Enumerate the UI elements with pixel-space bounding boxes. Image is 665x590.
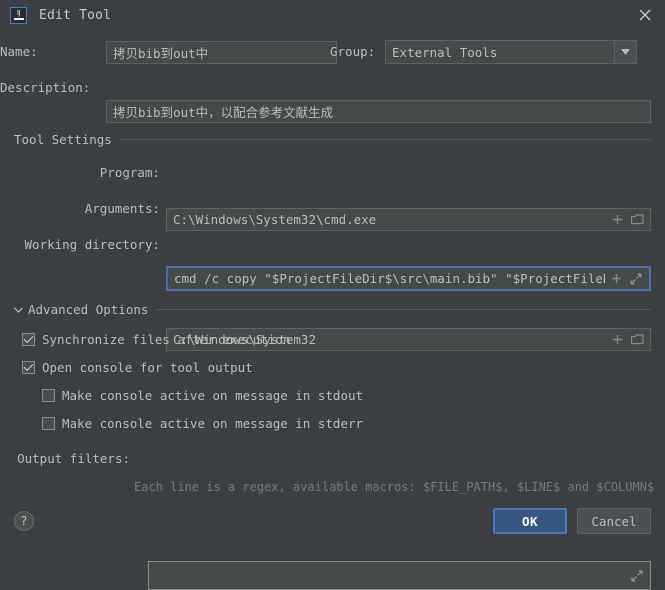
working-directory-row: Working directory:: [18, 237, 160, 252]
name-row: Name:: [0, 44, 38, 59]
plus-icon[interactable]: [610, 213, 624, 227]
help-button[interactable]: ?: [14, 511, 34, 531]
program-row: Program:: [18, 165, 160, 180]
section-divider: [119, 139, 651, 140]
plus-icon[interactable]: [610, 333, 624, 347]
folder-icon[interactable]: [630, 333, 644, 347]
description-label: Description:: [0, 80, 91, 95]
title-bar: IJ Edit Tool: [0, 0, 665, 30]
tool-settings-section-header: Tool Settings: [14, 132, 651, 147]
group-combobox-value: External Tools: [392, 44, 498, 60]
footer-buttons: OK Cancel: [493, 508, 651, 534]
checkbox-open-console[interactable]: Open console for tool output: [22, 360, 253, 375]
checkbox-box[interactable]: [22, 361, 35, 374]
plus-icon[interactable]: [609, 272, 623, 286]
arguments-input-value: cmd /c copy "$ProjectFileDir$\src\main.b…: [174, 271, 605, 286]
name-input[interactable]: 拷贝bib到out中: [106, 41, 337, 64]
ok-button[interactable]: OK: [493, 508, 567, 534]
expand-arrows-icon[interactable]: [629, 272, 643, 286]
group-label: Group:: [330, 44, 376, 59]
program-input-value: C:\Windows\System32\cmd.exe: [173, 212, 377, 227]
close-icon[interactable]: [637, 7, 653, 23]
arguments-row: Arguments:: [18, 201, 160, 216]
description-input-value: 拷贝bib到out中，以配合参考文献生成: [113, 105, 334, 120]
name-label: Name:: [0, 44, 38, 59]
checkbox-label: Make console active on message in stderr: [62, 416, 364, 431]
arguments-label: Arguments:: [84, 201, 160, 216]
output-filters-label: Output filters:: [17, 451, 130, 466]
cancel-button[interactable]: Cancel: [577, 508, 651, 534]
group-combobox[interactable]: External Tools: [385, 40, 637, 64]
window-title: Edit Tool: [39, 7, 112, 23]
checkbox-box[interactable]: [42, 389, 55, 402]
output-filters-input[interactable]: [148, 561, 651, 590]
output-filters-hint: Each line is a regex, available macros: …: [134, 480, 655, 494]
program-label: Program:: [99, 165, 160, 180]
output-filters-row: Output filters:: [0, 451, 130, 466]
group-row: Group:: [330, 44, 375, 59]
chevron-down-icon[interactable]: [14, 307, 23, 313]
tool-settings-title: Tool Settings: [14, 132, 112, 147]
dialog-footer: ? OK Cancel: [0, 497, 665, 545]
program-input[interactable]: C:\Windows\System32\cmd.exe: [166, 208, 651, 231]
working-directory-label: Working directory:: [24, 237, 160, 252]
checkbox-console-active-stderr[interactable]: Make console active on message in stderr: [42, 416, 363, 431]
advanced-options-title: Advanced Options: [28, 302, 149, 317]
folder-icon[interactable]: [630, 213, 644, 227]
section-divider: [156, 309, 651, 310]
chevron-down-icon[interactable]: [614, 41, 636, 63]
dialog-body: Name: 拷贝bib到out中 Group: External Tools D…: [0, 30, 665, 590]
checkbox-label: Make console active on message in stdout: [62, 388, 364, 403]
arguments-input[interactable]: cmd /c copy "$ProjectFileDir$\src\main.b…: [166, 266, 651, 291]
checkbox-label: Synchronize files after execution: [42, 332, 291, 347]
checkbox-label: Open console for tool output: [42, 360, 253, 375]
checkbox-synchronize-files[interactable]: Synchronize files after execution: [22, 332, 290, 347]
description-row: Description:: [0, 80, 90, 95]
intellij-idea-icon: IJ: [10, 6, 27, 24]
checkbox-box[interactable]: [22, 333, 35, 346]
description-input[interactable]: 拷贝bib到out中，以配合参考文献生成: [106, 100, 651, 123]
checkbox-console-active-stdout[interactable]: Make console active on message in stdout: [42, 388, 363, 403]
checkbox-box[interactable]: [42, 417, 55, 430]
expand-arrows-icon[interactable]: [630, 569, 644, 583]
name-input-value: 拷贝bib到out中: [113, 46, 209, 61]
edit-tool-dialog: IJ Edit Tool Name: 拷贝bib到out中 Group: Ext…: [0, 0, 665, 590]
advanced-options-section-header[interactable]: Advanced Options: [14, 302, 651, 317]
